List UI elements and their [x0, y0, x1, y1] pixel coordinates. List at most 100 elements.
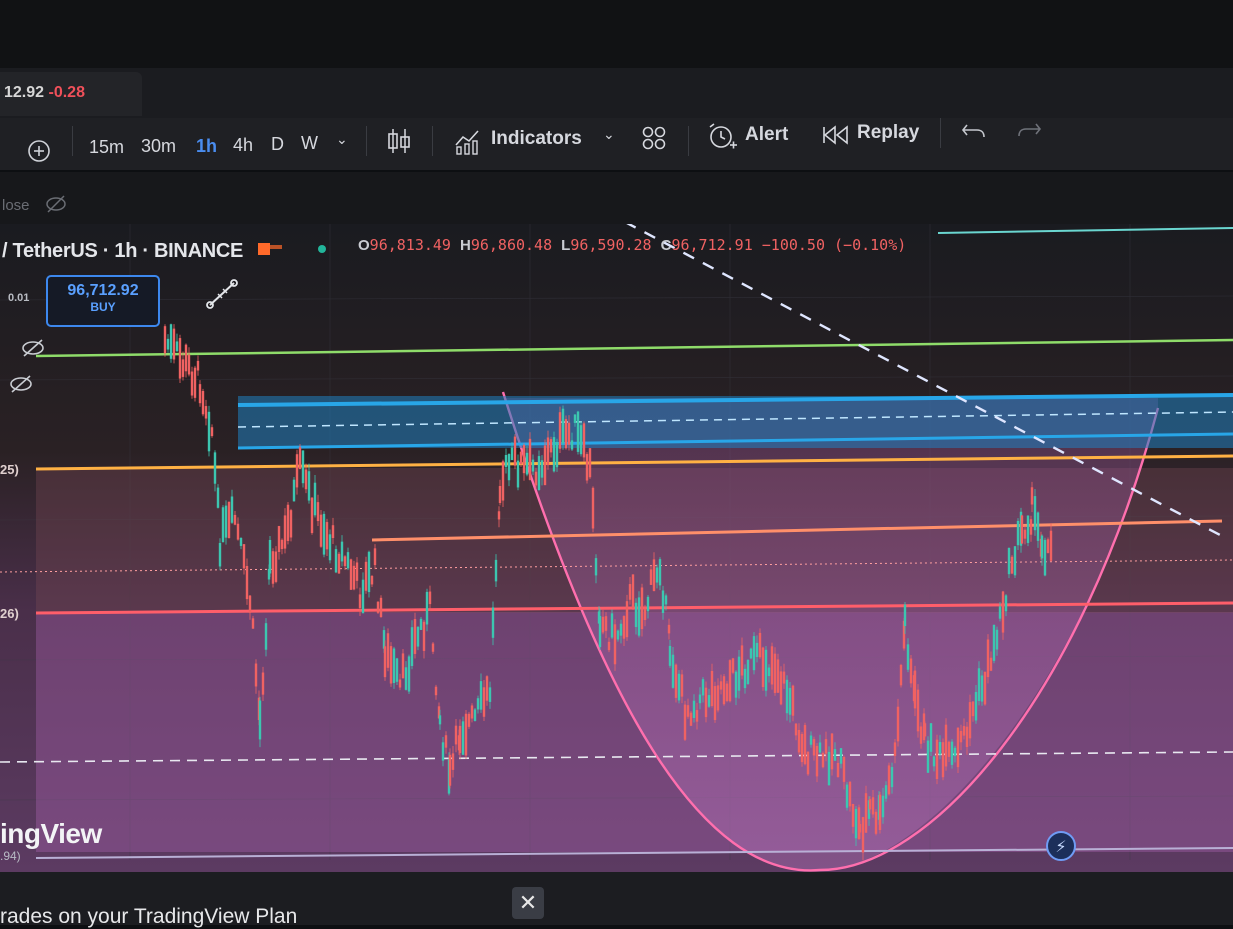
candle-body [425, 591, 429, 625]
symbol-title[interactable]: / TetherUS · 1h · BINANCE [2, 240, 243, 263]
low-value: 96,590.28 [570, 236, 652, 254]
candle-body [1049, 530, 1053, 561]
candle-body [704, 687, 708, 718]
candle-body [307, 471, 311, 501]
chart-subbar [0, 172, 1233, 224]
alert-button[interactable]: Alert [745, 124, 788, 146]
candle-body [274, 551, 278, 582]
candle-body [519, 451, 523, 464]
undo-icon[interactable] [961, 120, 987, 140]
close-icon[interactable]: ✕ [512, 887, 544, 919]
candle-body [824, 739, 828, 754]
candle-body [874, 811, 878, 834]
chart-canvas[interactable] [0, 224, 1233, 872]
candle-body [501, 461, 505, 501]
timeframe-4h[interactable]: 4h [233, 135, 253, 156]
promo-text: rades on your TradingView Plan [0, 905, 298, 928]
timeframe-15m[interactable]: 15m [89, 137, 124, 158]
candle-body [674, 664, 678, 698]
timeframe-d[interactable]: D [271, 134, 284, 155]
candle-body [1004, 595, 1008, 612]
candle-body [913, 670, 917, 709]
layout-grid-icon[interactable] [641, 125, 667, 151]
candle-body [549, 439, 553, 453]
candle-body [258, 700, 262, 740]
eye-off-icon[interactable] [44, 194, 68, 214]
candlestick-icon[interactable] [386, 126, 412, 156]
indicators-icon[interactable] [454, 127, 484, 155]
redo-icon[interactable] [1016, 119, 1042, 139]
candle-body [190, 371, 194, 396]
candle-body [854, 808, 858, 839]
candle-body [558, 412, 562, 449]
candle-body [743, 668, 747, 689]
candle-body [752, 636, 756, 671]
candle-body [968, 702, 972, 739]
candle-body [776, 659, 780, 693]
candle-body [909, 658, 913, 684]
candle-body [507, 454, 511, 481]
candle-body [245, 565, 249, 600]
order-quantity[interactable]: 0.01 [8, 292, 29, 304]
candle-body [479, 681, 483, 710]
candle-body [422, 621, 426, 651]
candle-body [803, 725, 807, 765]
candle-body [749, 648, 753, 659]
candle-body [868, 799, 872, 810]
candle-body [938, 741, 942, 755]
candle-body [448, 754, 452, 786]
eye-off-icon[interactable] [20, 338, 46, 358]
eye-off-icon[interactable] [8, 374, 34, 394]
candle-body [398, 679, 402, 688]
tradingview-logo: ingView [0, 818, 102, 849]
timeframe-more-chevron-icon[interactable]: ⌄ [336, 131, 348, 148]
candle-body [386, 633, 390, 668]
flag-icon[interactable] [258, 241, 284, 259]
candle-body [890, 767, 894, 788]
candle-body [677, 673, 681, 701]
replay-icon[interactable] [822, 124, 850, 146]
timeframe-w[interactable]: W [301, 133, 318, 154]
candle-body [671, 654, 675, 688]
candle-body [441, 742, 445, 761]
candle-body [779, 671, 783, 705]
candle-body [797, 729, 801, 753]
lightning-icon[interactable]: ⚡ [1046, 831, 1076, 861]
candle-body [537, 456, 541, 491]
candle-body [458, 725, 462, 753]
candle-body [619, 623, 623, 636]
candle-body [204, 406, 208, 419]
candle-body [916, 689, 920, 732]
toolbar-separator [432, 126, 433, 156]
candle-body [692, 700, 696, 719]
buy-button[interactable]: 96,712.92 BUY [46, 275, 160, 327]
candle-body [770, 646, 774, 685]
timeframe-1h[interactable]: 1h [196, 136, 217, 157]
candle-body [664, 595, 668, 605]
candle-body [510, 447, 514, 461]
candle-body [184, 344, 188, 372]
candle-body [601, 616, 605, 633]
replay-button[interactable]: Replay [857, 122, 919, 144]
indicators-chevron-icon[interactable]: ⌄ [603, 126, 615, 143]
alarm-clock-icon[interactable] [706, 121, 738, 151]
candle-body [163, 326, 167, 354]
candle-body [998, 606, 1002, 619]
crosshair-icon[interactable] [26, 138, 52, 164]
ticker-change: -0.28 [48, 84, 85, 101]
candle-body [196, 360, 200, 371]
candle-body [239, 537, 243, 546]
ticker-readout: 12.92 -0.28 [4, 84, 85, 102]
candle-body [254, 663, 258, 687]
candle-body [355, 562, 359, 581]
candle-body [953, 747, 957, 757]
indicators-button[interactable]: Indicators [491, 128, 582, 150]
candle-body [848, 781, 852, 807]
candle-body [528, 438, 532, 480]
candle-body [169, 324, 173, 359]
candle-body [334, 549, 338, 573]
ruler-icon[interactable] [204, 277, 240, 311]
timeframe-30m[interactable]: 30m [141, 136, 176, 157]
candle-body [286, 504, 290, 541]
candle-body [313, 482, 317, 516]
